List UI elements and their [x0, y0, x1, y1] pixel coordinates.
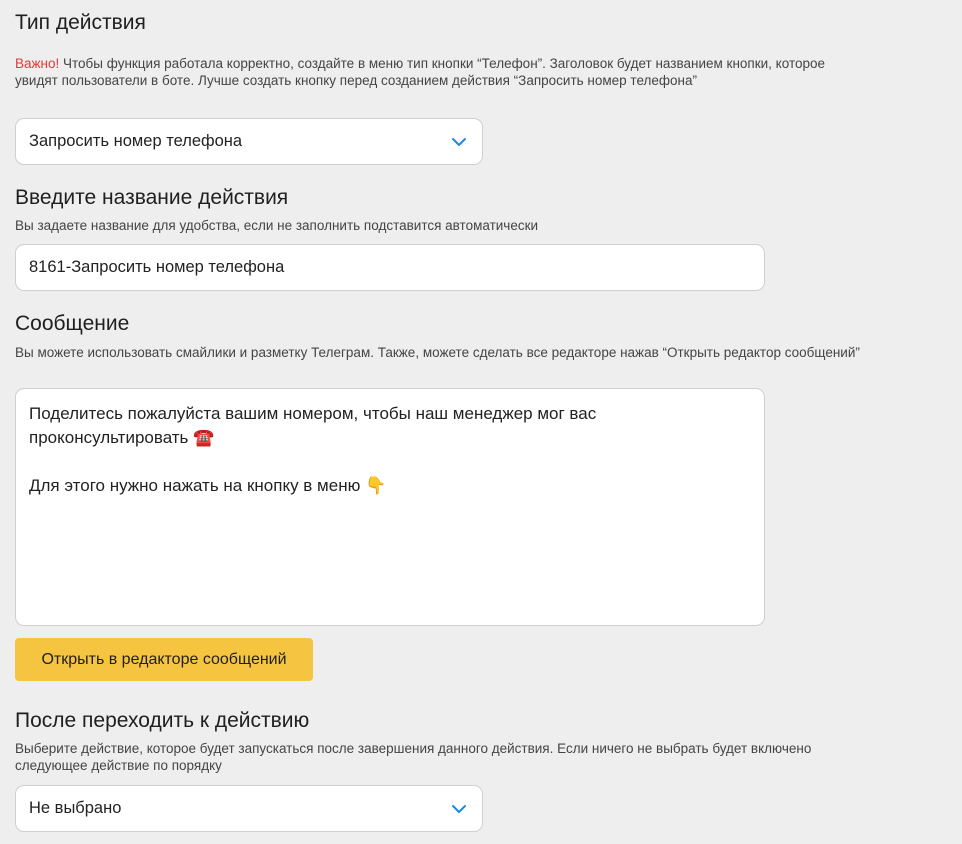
next-action-selected: Не выбрано [29, 799, 122, 817]
message-hint: Вы можете использовать смайлики и размет… [15, 345, 860, 360]
action-name-title: Введите название действия [15, 186, 289, 209]
message-title: Сообщение [15, 312, 130, 335]
open-editor-button[interactable]: Открыть в редакторе сообщений [15, 638, 313, 681]
next-action-hint: Выберите действие, которое будет запуска… [15, 741, 812, 773]
warning-label: Важно! [15, 56, 60, 71]
action-type-hint-text: Чтобы функция работала корректно, создай… [15, 56, 826, 88]
message-textarea[interactable]: Поделитесь пожалуйста вашим номером, что… [15, 388, 765, 626]
action-name-input[interactable]: 8161-Запросить номер телефона [15, 244, 765, 291]
chevron-down-icon [452, 805, 466, 813]
action-name-hint: Вы задаете название для удобства, если н… [15, 218, 539, 233]
next-action-select[interactable]: Не выбрано [15, 785, 483, 832]
action-type-selected: Запросить номер телефона [29, 132, 243, 150]
next-action-title: После переходить к действию [15, 709, 310, 732]
action-name-value: 8161-Запросить номер телефона [29, 258, 285, 276]
chevron-down-icon [452, 138, 466, 146]
action-type-hint: Важно! Чтобы функция работала корректно,… [15, 55, 865, 89]
action-type-select[interactable]: Запросить номер телефона [15, 118, 483, 165]
action-type-title: Тип действия [15, 11, 146, 34]
